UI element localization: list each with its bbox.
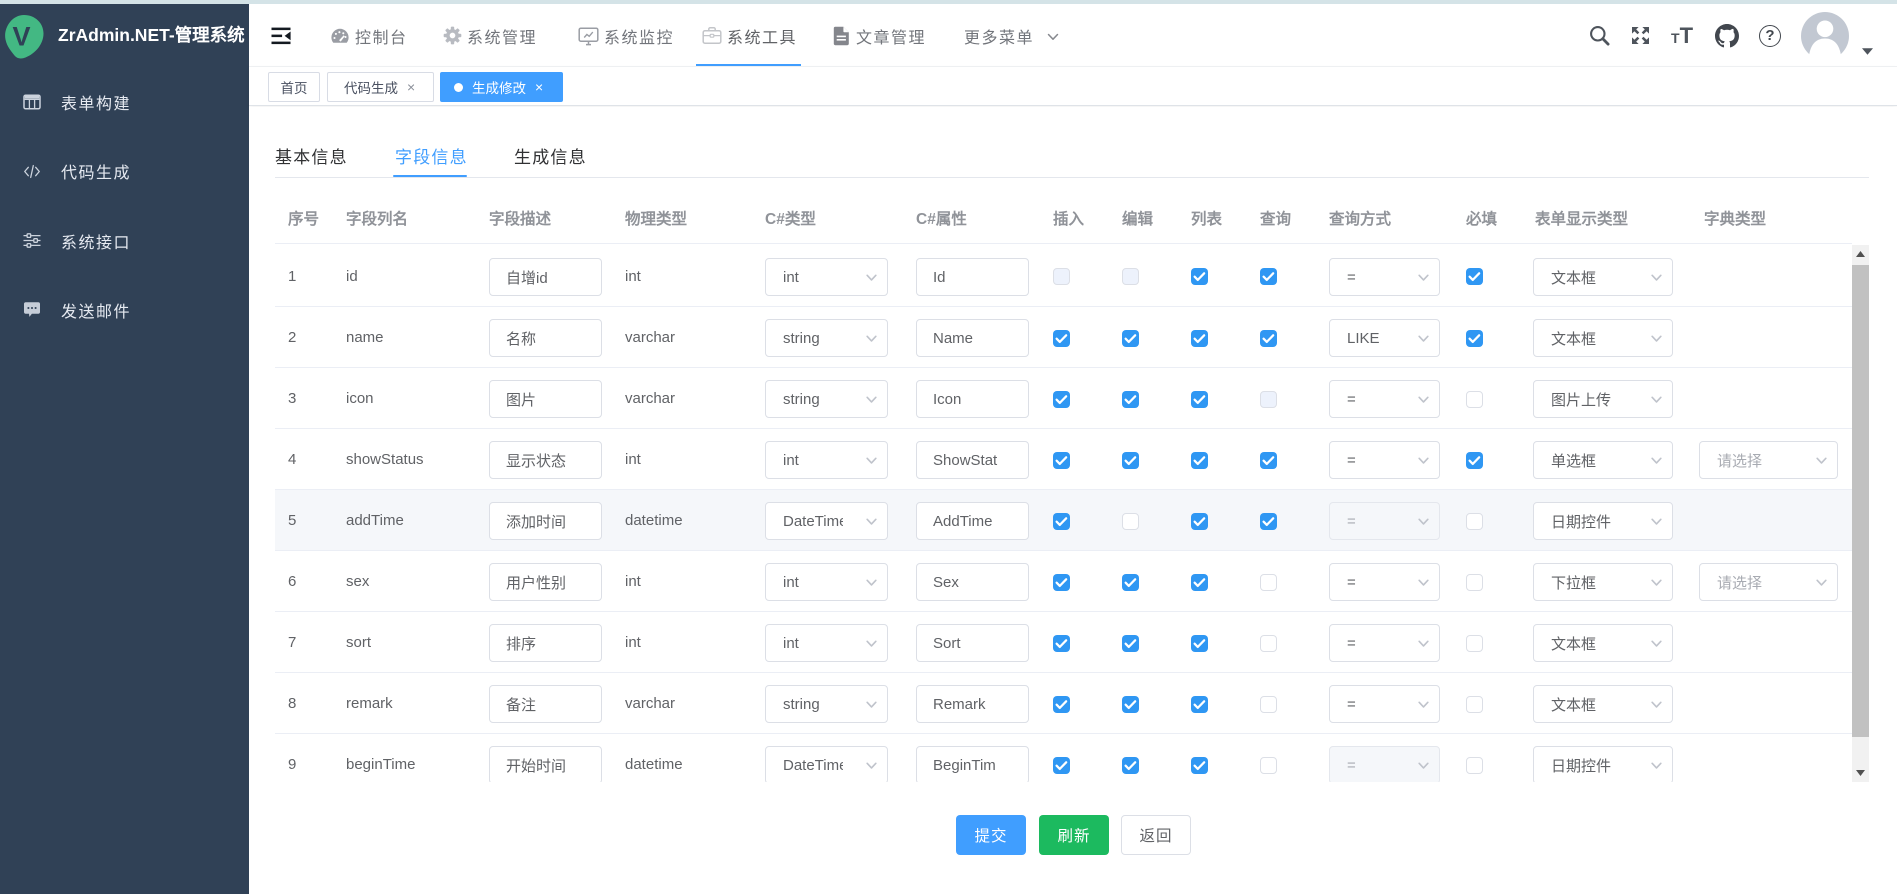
svg-text:V: V [12,22,30,52]
